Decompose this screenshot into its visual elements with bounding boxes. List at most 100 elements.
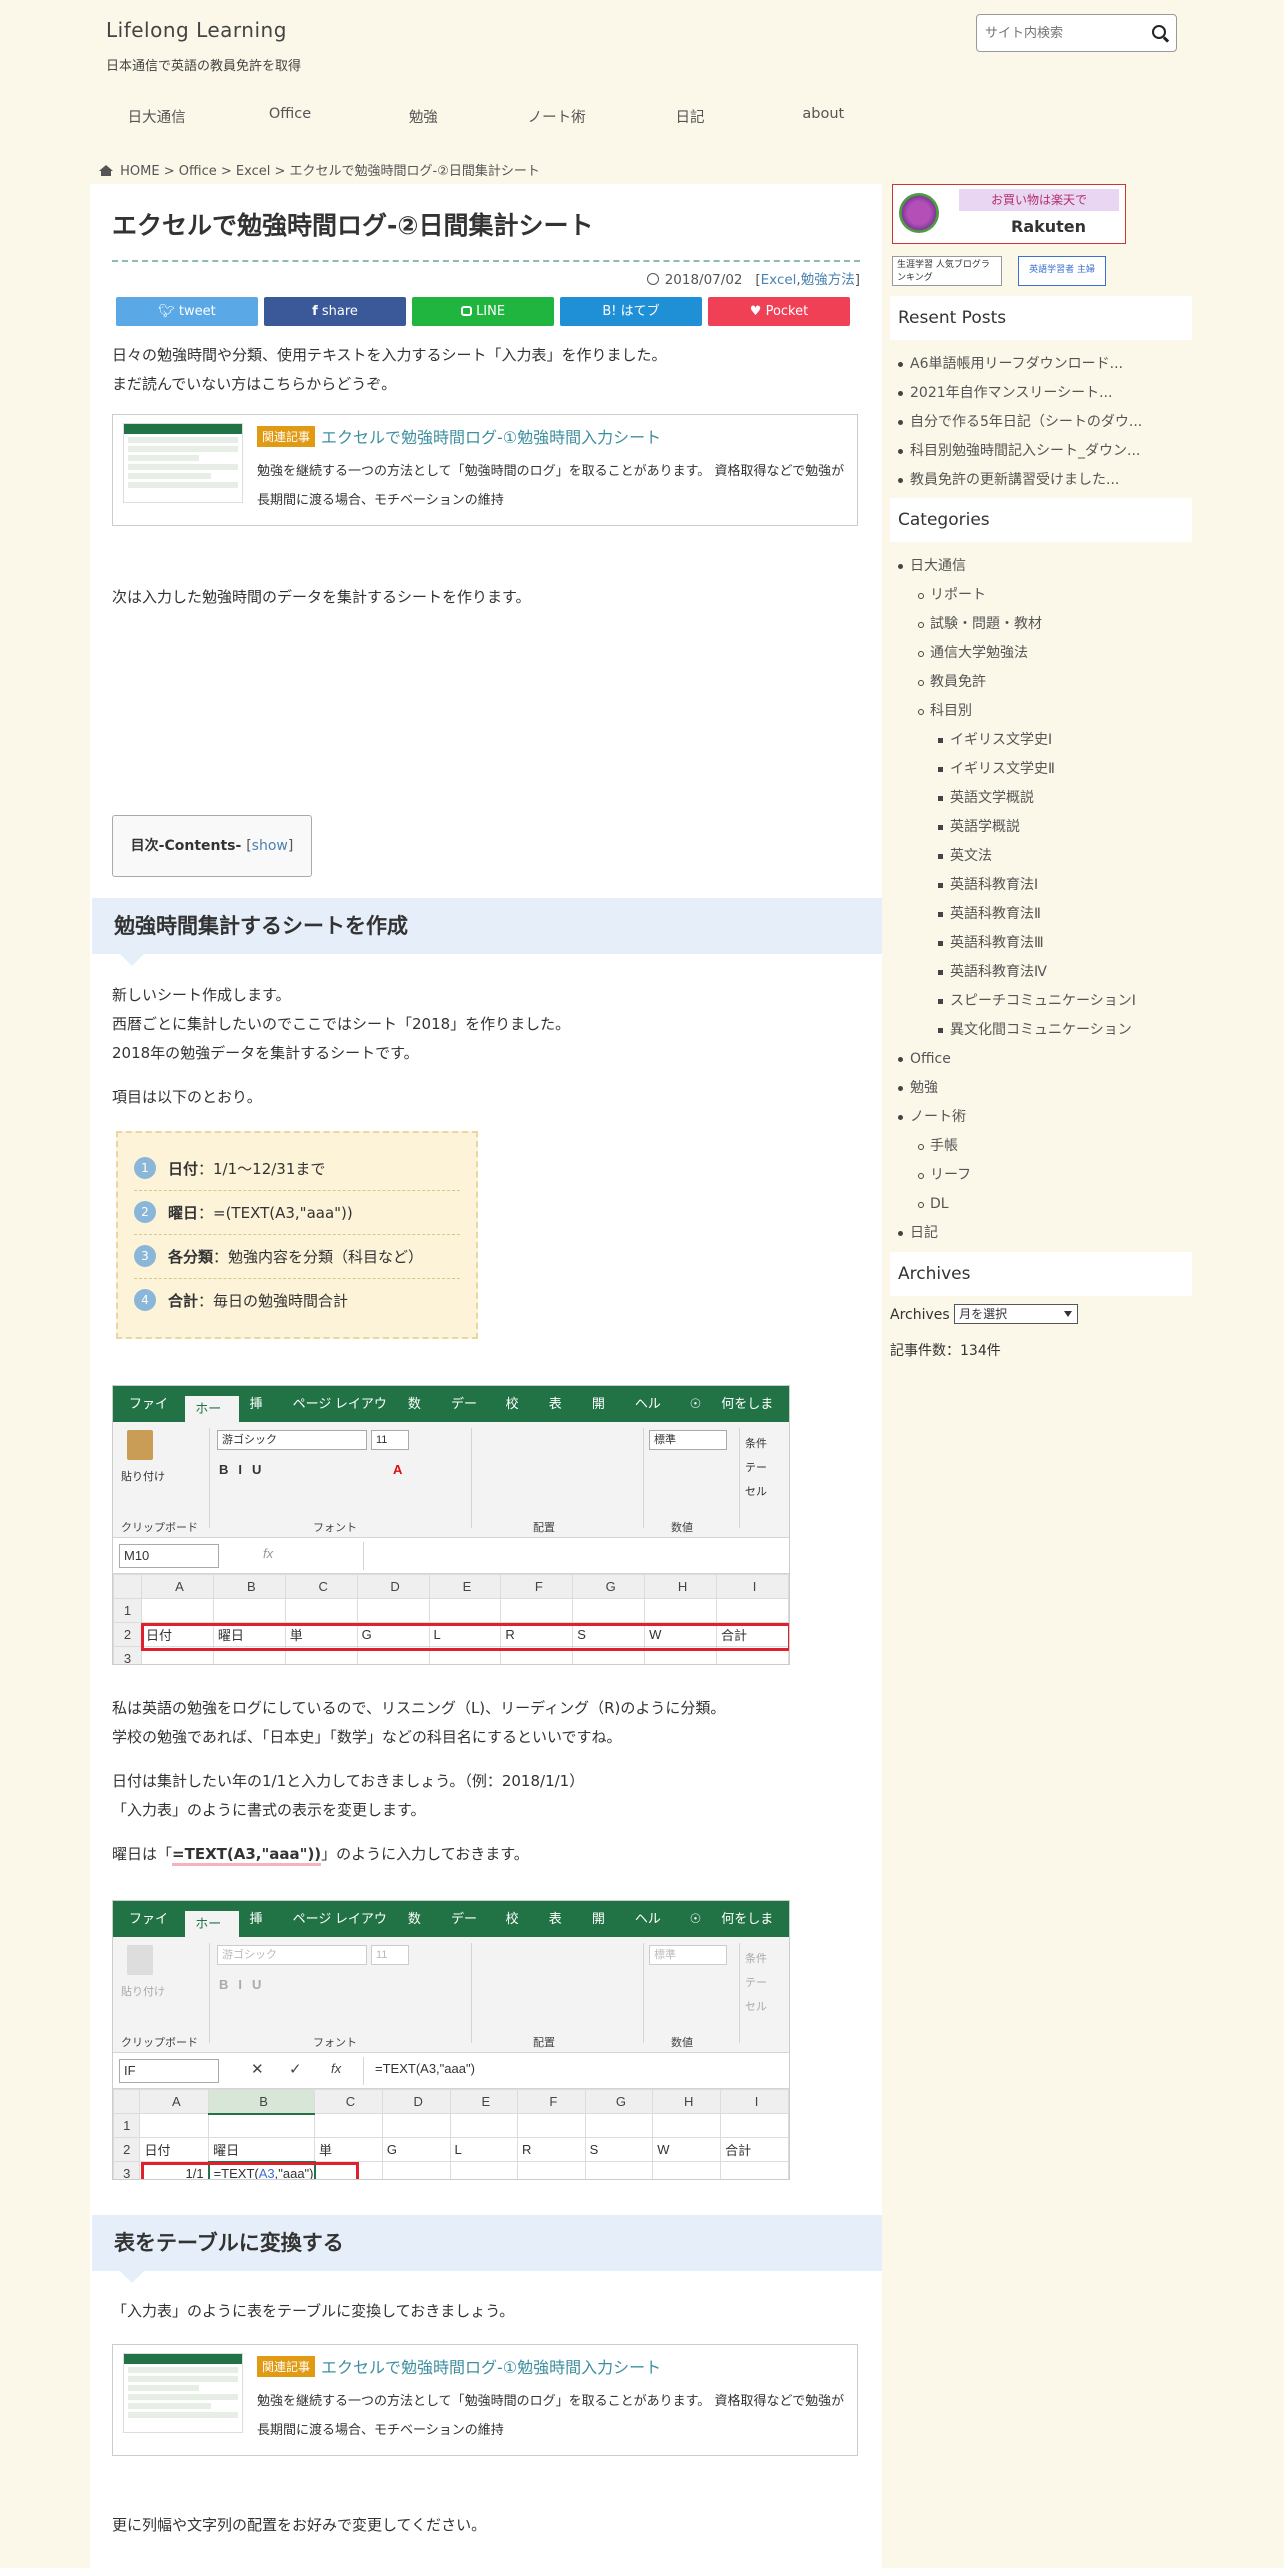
category-link[interactable]: 英語科教育法Ⅳ xyxy=(938,958,1192,987)
recent-post-link[interactable]: 教員免許の更新講習受けました... xyxy=(898,466,1192,495)
related-desc: 勉強を継続する一つの方法として「勉強時間のログ」を取ることがあります。 資格取得… xyxy=(257,464,845,508)
section2-line-3: 日付は集計したい年の1/1と入力しておきましょう。（例：2018/1/1） xyxy=(112,1772,585,1790)
number-format-box: 標準 xyxy=(649,1430,727,1450)
breadcrumb-current: エクセルで勉強時間ログ-②日間集計シート xyxy=(289,164,540,179)
category-link[interactable]: 手帳 xyxy=(918,1132,1192,1161)
category-link[interactable]: 英文法 xyxy=(938,842,1192,871)
formula-bar: IF ✕ ✓ fx =TEXT(A3,"aaa") xyxy=(113,2053,789,2089)
facebook-share-button[interactable]: f share xyxy=(264,297,406,326)
category-link[interactable]: 勉強 xyxy=(898,1074,1192,1103)
search-input[interactable] xyxy=(977,15,1137,51)
list-item: 4 合計：毎日の勉強時間合計 xyxy=(134,1279,460,1323)
recent-post-link[interactable]: 自分で作る5年日記（シートのダウ... xyxy=(898,408,1192,437)
archives-label: Archives xyxy=(890,1307,950,1323)
category-link[interactable]: 通信大学勉強法 xyxy=(918,639,1192,668)
paragraph-next: 次は入力した勉強時間のデータを集計するシートを作ります。 xyxy=(112,588,531,606)
category-link[interactable]: 試験・問題・教材 xyxy=(918,610,1192,639)
intro-line-2: まだ読んでいない方はこちらからどうぞ。 xyxy=(112,375,397,393)
site-title[interactable]: Lifelong Learning xyxy=(106,18,287,42)
font-size-box: 11 xyxy=(371,1945,409,1965)
post-count: 記事件数：134件 xyxy=(890,1343,1001,1359)
category-link[interactable]: イギリス文学史Ⅱ xyxy=(938,755,1192,784)
related-thumbnail xyxy=(123,423,243,503)
font-name-box: 游ゴシック xyxy=(217,1430,367,1450)
breadcrumb-sep: > xyxy=(220,164,232,179)
recent-post-link[interactable]: 2021年自作マンスリーシート... xyxy=(898,379,1192,408)
breadcrumb-excel[interactable]: Excel xyxy=(236,164,270,179)
sheet-grid: ABCDEFGHI 1 2 日付 曜日単 G L R S W 合計 3 xyxy=(113,1574,789,1664)
paste-icon xyxy=(127,1945,153,1975)
section2-line-2: 学校の勉強であれば、「日本史」「数学」などの科目名にするといいですね。 xyxy=(112,1728,622,1746)
category-link[interactable]: 教員免許 xyxy=(918,668,1192,697)
category-link[interactable]: 英語科教育法Ⅰ xyxy=(938,871,1192,900)
related-title[interactable]: エクセルで勉強時間ログ-①勉強時間入力シート xyxy=(321,424,661,448)
related-card-2[interactable]: 関連記事 エクセルで勉強時間ログ-①勉強時間入力シート 勉強を継続する一つの方法… xyxy=(112,2344,858,2456)
category-link[interactable]: 英語文学概説 xyxy=(938,784,1192,813)
blog-ranking-banner[interactable]: 生涯学習 人気ブログランキング xyxy=(892,256,1002,286)
category-link[interactable]: ノート術 xyxy=(898,1103,1192,1132)
english-learner-banner[interactable]: 英語学習者 主婦 xyxy=(1018,256,1106,286)
archives-widget: Archives Archives 月を選択 記事件数：134件 xyxy=(890,1252,1192,1360)
toc-show-toggle[interactable]: show xyxy=(252,838,288,854)
pocket-button[interactable]: ♥ Pocket xyxy=(708,297,850,326)
recent-posts-widget: Resent Posts A6単語帳用リーフダウンロード... 2021年自作マ… xyxy=(890,296,1192,495)
category-excel[interactable]: Excel xyxy=(761,272,797,288)
category-link[interactable]: イギリス文学史Ⅰ xyxy=(938,726,1192,755)
category-link[interactable]: Office xyxy=(898,1045,1192,1074)
list-item: 3 各分類：勉強内容を分類（科目など） xyxy=(134,1235,460,1279)
breadcrumb-office[interactable]: Office xyxy=(179,164,217,179)
fx-icon: fx xyxy=(331,2061,342,2076)
list-item: 2 曜日：=(TEXT(A3,"aaa")) xyxy=(134,1191,460,1235)
nav-note[interactable]: ノート術 xyxy=(490,106,623,132)
rakuten-banner[interactable]: お買い物は楽天で Rakuten xyxy=(892,184,1126,244)
line-button[interactable]: LINE xyxy=(412,297,554,326)
line-icon xyxy=(460,306,472,316)
category-link[interactable]: リポート xyxy=(918,581,1192,610)
category-link[interactable]: スピーチコミュニケーションⅠ xyxy=(938,987,1192,1016)
category-study[interactable]: 勉強方法 xyxy=(801,272,855,288)
font-size-box: 11 xyxy=(371,1430,409,1450)
categories-widget: Categories 日大通信 リポート 試験・問題・教材 通信大学勉強法 教員免許 科目… xyxy=(890,498,1192,1248)
site-description: 日本通信で英語の教員免許を取得 xyxy=(106,59,302,74)
related-title[interactable]: エクセルで勉強時間ログ-①勉強時間入力シート xyxy=(321,2354,661,2378)
ribbon-tabs: ファイルホーム挿入ページ レイアウト数式データ校閲表示開発ヘルプ☉何をします xyxy=(113,1901,789,1957)
recent-post-link[interactable]: A6単語帳用リーフダウンロード... xyxy=(898,350,1192,379)
breadcrumb: HOME > Office > Excel > エクセルで勉強時間ログ-②日間集… xyxy=(99,160,540,179)
nav-about[interactable]: about xyxy=(757,106,890,132)
category-link[interactable]: 日大通信 xyxy=(898,552,1192,581)
category-link[interactable]: リーフ xyxy=(918,1161,1192,1190)
category-link[interactable]: 英語科教育法Ⅲ xyxy=(938,929,1192,958)
excel-screenshot-2: ファイルホーム挿入ページ レイアウト数式データ校閲表示開発ヘルプ☉何をします 貼… xyxy=(112,1900,790,2180)
font-name-box: 游ゴシック xyxy=(217,1945,367,1965)
nav-diary[interactable]: 日記 xyxy=(623,106,756,132)
formula-text: =TEXT(A3,"aaa") xyxy=(375,2061,475,2076)
search-icon[interactable] xyxy=(1152,25,1166,39)
excel-screenshot-1: ファイルホーム挿入ページ レイアウト数式データ校閲表示開発ヘルプ☉何をします 貼… xyxy=(112,1385,790,1665)
related-card[interactable]: 関連記事 エクセルで勉強時間ログ-①勉強時間入力シート 勉強を継続する一つの方法… xyxy=(112,414,858,526)
fx-icon: fx xyxy=(263,1546,274,1561)
section-heading-2: 表をテーブルに変換する xyxy=(92,2215,882,2283)
nav-study[interactable]: 勉強 xyxy=(357,106,490,132)
category-link[interactable]: 英語学概説 xyxy=(938,813,1192,842)
archives-select[interactable]: 月を選択 xyxy=(954,1304,1079,1324)
section3-line-1: 「入力表」のように表をテーブルに変換しておきましょう。 xyxy=(112,2302,515,2320)
intro-line-1: 日々の勉強時間や分類、使用テキストを入力するシート「入力表」を作りました。 xyxy=(112,346,667,364)
tweet-button[interactable]: 🐦︎ tweet xyxy=(116,297,258,326)
section2-line-4: 「入力表」のように書式の表示を変更します。 xyxy=(112,1801,426,1819)
category-link[interactable]: DL xyxy=(918,1190,1192,1219)
hatena-button[interactable]: B! はてブ xyxy=(560,297,702,326)
category-link[interactable]: 科目別 xyxy=(918,697,1192,726)
category-link[interactable]: 異文化間コミュニケーション xyxy=(938,1016,1192,1045)
recent-post-link[interactable]: 科目別勉強時間記入シート_ダウン... xyxy=(898,437,1192,466)
breadcrumb-home[interactable]: HOME xyxy=(120,164,159,179)
related-desc: 勉強を継続する一つの方法として「勉強時間のログ」を取ることがあります。 資格取得… xyxy=(257,2394,845,2438)
category-link[interactable]: 日記 xyxy=(898,1219,1192,1248)
paste-icon xyxy=(127,1430,153,1460)
cancel-icon: ✕ xyxy=(251,2061,264,2078)
share-buttons: 🐦︎ tweet f share LINE B! はてブ ♥ Pocket xyxy=(116,297,850,326)
category-link[interactable]: 英語科教育法Ⅱ xyxy=(938,900,1192,929)
sheet-grid: ABCDEFGHI 1 2 日付 曜日単 G L R S W 合計 3 1/1 =TEXT(A3,"… xyxy=(113,2089,789,2179)
ribbon: 貼り付け クリップボード 游ゴシック 11 BIU A フォント 配置 標準 数… xyxy=(113,1422,789,1538)
nav-nichidai[interactable]: 日大通信 xyxy=(90,106,223,132)
nav-office[interactable]: Office xyxy=(223,106,356,132)
